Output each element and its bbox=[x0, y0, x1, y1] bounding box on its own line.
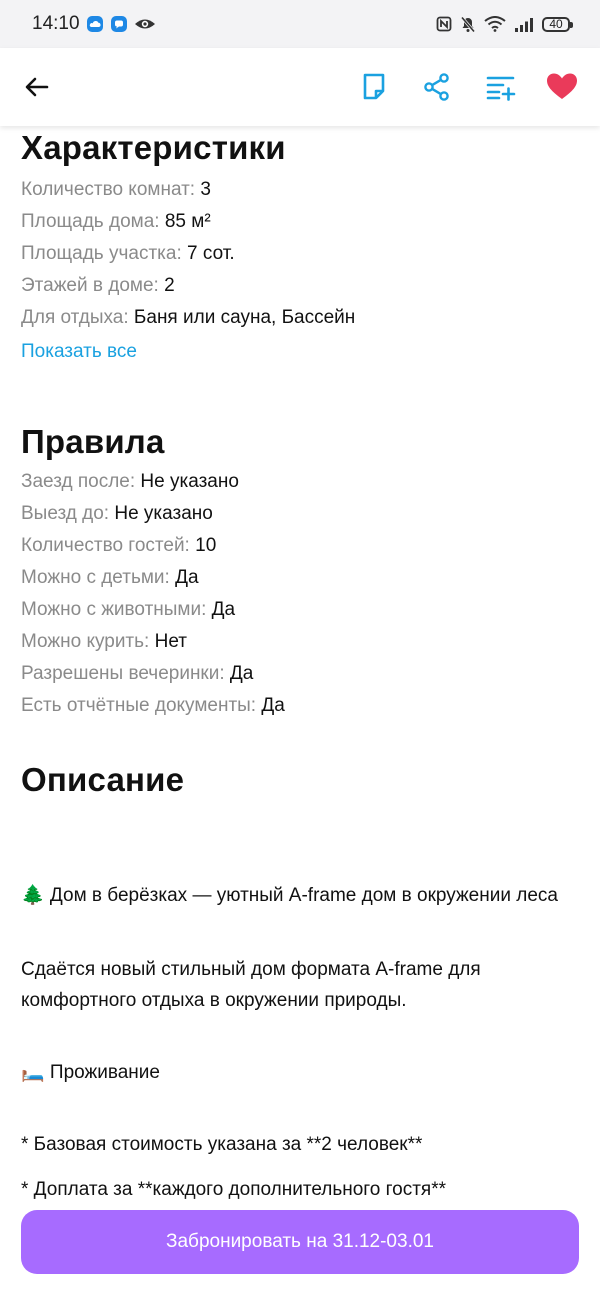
cloud-icon bbox=[86, 16, 103, 32]
rules-list: Заезд после: Не указано Выезд до: Не ука… bbox=[21, 466, 581, 722]
list-item: Можно с детьми: Да bbox=[21, 567, 199, 588]
description-living-heading: 🛏️ Проживание bbox=[21, 1062, 160, 1083]
nfc-icon bbox=[436, 16, 452, 32]
list-item: Разрешены вечеринки: Да bbox=[21, 663, 254, 684]
status-time: 14:10 bbox=[32, 13, 80, 34]
list-item: Выезд до: Не указано bbox=[21, 503, 213, 524]
list-item: Количество комнат: 3 bbox=[21, 179, 211, 200]
note-icon[interactable] bbox=[357, 70, 391, 104]
characteristics-section: Характеристики Количество комнат: 3 Площ… bbox=[21, 128, 581, 368]
heart-icon[interactable] bbox=[545, 70, 579, 104]
book-button[interactable]: Забронировать на 31.12-03.01 bbox=[21, 1210, 579, 1274]
list-item: Этажей в доме: 2 bbox=[21, 275, 175, 296]
characteristics-title: Характеристики bbox=[21, 129, 286, 166]
description-bullet: * Базовая стоимость указана за **2 челов… bbox=[21, 1134, 423, 1155]
mute-icon bbox=[460, 16, 476, 32]
compare-icon[interactable] bbox=[484, 70, 518, 104]
list-item: Для отдыха: Баня или сауна, Бассейн bbox=[21, 307, 356, 328]
eye-icon bbox=[134, 19, 155, 29]
booking-bar: Забронировать на 31.12-03.01 bbox=[0, 1196, 600, 1294]
app-bar bbox=[0, 48, 600, 126]
signal-icon bbox=[515, 17, 533, 32]
status-left: 14:10 bbox=[32, 13, 156, 35]
list-item: Есть отчётные документы: Да bbox=[21, 695, 285, 716]
battery-indicator: 40 bbox=[542, 16, 573, 32]
description-section: Описание 🌲 Дом в берёзках — уютный A-fra… bbox=[21, 760, 581, 1205]
status-right: 40 bbox=[436, 16, 573, 33]
status-bar: 14:10 40 bbox=[0, 0, 600, 48]
description-intro: Сдаётся новый стильный дом формата A-fra… bbox=[21, 959, 481, 1011]
list-item: Можно курить: Нет bbox=[21, 631, 187, 652]
description-headline: 🌲 Дом в берёзках — уютный A-frame дом в … bbox=[21, 885, 558, 906]
list-item: Количество гостей: 10 bbox=[21, 535, 217, 556]
list-item: Площадь дома: 85 м² bbox=[21, 211, 211, 232]
rules-section: Правила Заезд после: Не указано Выезд до… bbox=[21, 422, 581, 722]
wifi-icon bbox=[484, 16, 506, 32]
show-all-link[interactable]: Показать все bbox=[21, 336, 137, 368]
chat-icon bbox=[110, 16, 127, 32]
characteristics-list: Количество комнат: 3 Площадь дома: 85 м²… bbox=[21, 174, 581, 334]
list-item: Заезд после: Не указано bbox=[21, 471, 239, 492]
arrow-left-icon[interactable] bbox=[20, 70, 54, 104]
main-content: Характеристики Количество комнат: 3 Площ… bbox=[21, 126, 581, 1205]
list-item: Можно с животными: Да bbox=[21, 599, 236, 620]
rules-title: Правила bbox=[21, 423, 165, 460]
share-icon[interactable] bbox=[420, 70, 454, 104]
list-item: Площадь участка: 7 сот. bbox=[21, 243, 235, 264]
description-title: Описание bbox=[21, 761, 185, 798]
